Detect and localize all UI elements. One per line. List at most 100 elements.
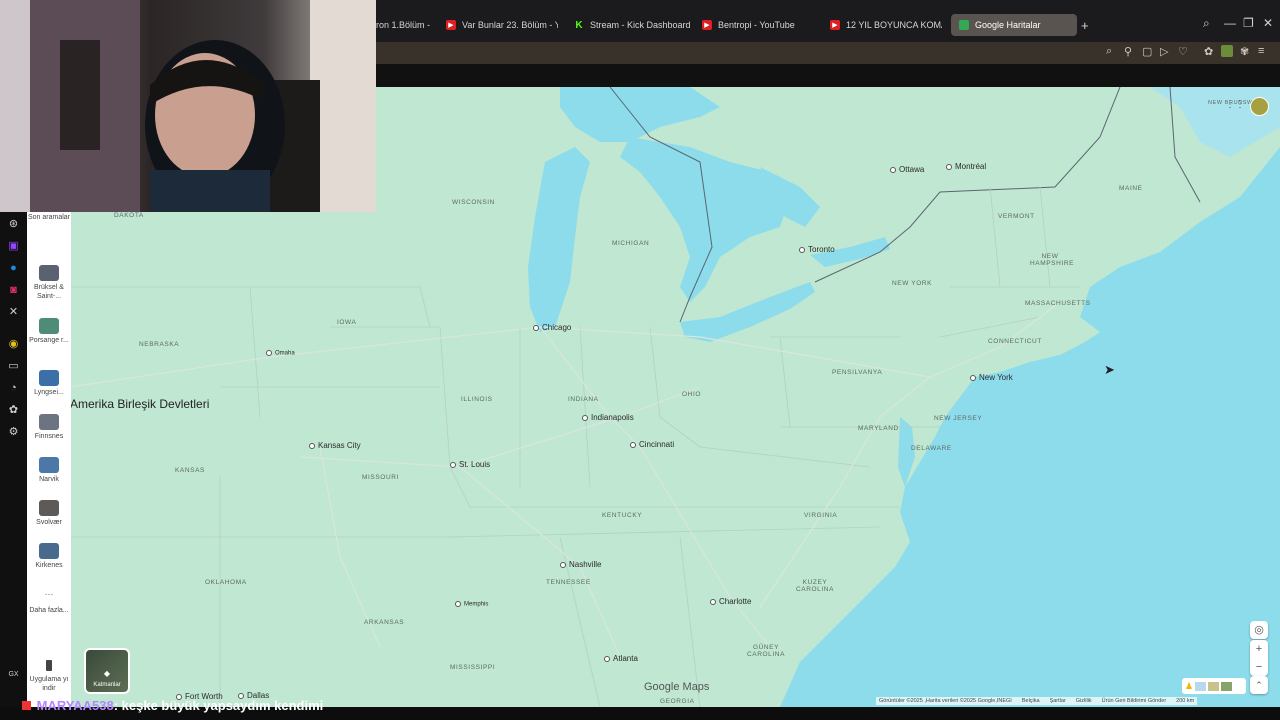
- mouse-cursor-icon: ➤: [1104, 362, 1115, 377]
- maps-sidebar: Son aramalar Brüksel & Saint-... Porsang…: [27, 212, 71, 707]
- place-thumbnail: [39, 457, 59, 473]
- state-label: NEW HAMPSHIRE: [1030, 253, 1075, 267]
- instagram-icon[interactable]: ◙: [7, 284, 20, 297]
- ai-icon[interactable]: ⊛: [7, 218, 20, 231]
- extensions-icon[interactable]: ✿: [7, 404, 20, 417]
- recent-item[interactable]: Lyngsei...: [27, 370, 71, 397]
- spotify-icon[interactable]: ◉: [7, 338, 20, 351]
- minimize-icon[interactable]: —: [1224, 16, 1236, 30]
- state-label: TENNESSEE: [546, 579, 591, 586]
- restore-icon[interactable]: ❐: [1243, 16, 1254, 30]
- place-thumbnail: [39, 370, 59, 386]
- recent-item[interactable]: Porsange r...: [27, 318, 71, 345]
- youtube-icon: ▶: [446, 20, 456, 30]
- menu-icon[interactable]: ≡: [1258, 45, 1264, 57]
- imagery-strip[interactable]: ♟: [1182, 678, 1246, 694]
- state-label: PENSILVANYA: [832, 369, 883, 376]
- search-tabs-icon[interactable]: ⌕: [1203, 16, 1210, 31]
- twitch-icon[interactable]: ▣: [7, 240, 20, 253]
- terms-link[interactable]: Şartlar: [1050, 698, 1066, 704]
- wallet-icon[interactable]: ▭: [7, 360, 20, 373]
- city-label: Nashville: [560, 560, 601, 569]
- imagery-thumb[interactable]: [1208, 681, 1220, 691]
- state-label: DELAWARE: [911, 445, 952, 452]
- city-label: Memphis: [455, 601, 488, 608]
- state-label: KENTUCKY: [602, 512, 643, 519]
- city-label: Ottawa: [890, 165, 924, 174]
- tab-label: Var Bunlar 23. Bölüm - Yo: [462, 20, 558, 30]
- chat-username: MARYAA538: [36, 698, 114, 713]
- recent-item-label: Kirkenes: [35, 562, 63, 569]
- state-label: CONNECTICUT: [988, 338, 1042, 345]
- recent-item[interactable]: Svolvær: [27, 500, 71, 527]
- state-label: INDIANA: [568, 396, 599, 403]
- x-icon[interactable]: ✕: [7, 306, 20, 319]
- city-label: Kansas City: [309, 441, 361, 450]
- recent-item-label: Brüksel & Saint-...: [34, 284, 64, 300]
- extension-avatar-icon[interactable]: [1221, 45, 1233, 57]
- expand-button[interactable]: ⌃: [1250, 676, 1268, 694]
- imagery-thumb[interactable]: [1195, 681, 1207, 691]
- city-label: Atlanta: [604, 654, 638, 663]
- zoom-in-button[interactable]: +: [1250, 640, 1268, 658]
- recent-searches-label[interactable]: Son aramalar: [27, 213, 71, 222]
- zoom-icon[interactable]: ⌕: [1106, 45, 1112, 58]
- layers-button[interactable]: ◆ Katmanlar: [84, 648, 130, 694]
- city-label: Charlotte: [710, 597, 751, 606]
- zoom-out-button[interactable]: −: [1250, 658, 1268, 676]
- close-icon[interactable]: ✕: [1263, 16, 1273, 30]
- tab-bentropi[interactable]: ▶ Bentropi - YouTube: [702, 14, 812, 36]
- privacy-link[interactable]: Gizlilik: [1076, 698, 1092, 704]
- scale-bar[interactable]: 200 km: [1176, 698, 1194, 704]
- settings-icon[interactable]: ⚙: [7, 426, 20, 439]
- webcam-overlay: [0, 0, 376, 212]
- tab-var-bunlar[interactable]: ▶ Var Bunlar 23. Bölüm - Yo: [446, 14, 558, 36]
- browser-sidebar: ⊛ ▣ ● ◙ ✕ ◉ ▭ ◔ ✿ ⚙ GX: [0, 212, 27, 707]
- tab-label: Stream - Kick Dashboard: [590, 20, 691, 30]
- heart-icon[interactable]: ♡: [1178, 45, 1188, 58]
- streamer-figure: [0, 0, 376, 212]
- recent-item[interactable]: Narvik: [27, 457, 71, 484]
- new-tab-button[interactable]: +: [1081, 14, 1093, 36]
- tab-kick-dashboard[interactable]: K Stream - Kick Dashboard: [574, 14, 692, 36]
- tab-12-yil[interactable]: ▶ 12 YIL BOYUNCA KOMAD: [830, 14, 942, 36]
- tab-ron[interactable]: ron 1.Bölüm -: [376, 14, 436, 36]
- tab-label: Google Haritalar: [975, 20, 1041, 30]
- city-label: St. Louis: [450, 460, 490, 469]
- gx-label[interactable]: GX: [7, 668, 20, 681]
- google-apps-icon[interactable]: ⋮⋮: [1225, 99, 1245, 110]
- state-label: MISSOURI: [362, 474, 399, 481]
- download-app-button[interactable]: Uygulama yı indir: [27, 660, 71, 693]
- profile-avatar[interactable]: [1250, 97, 1269, 116]
- tab-google-haritalar[interactable]: Google Haritalar: [951, 14, 1077, 36]
- state-label: ARKANSAS: [364, 619, 405, 626]
- state-label: VERMONT: [998, 213, 1035, 220]
- place-thumbnail: [39, 318, 59, 334]
- pin-icon[interactable]: ⚲: [1124, 45, 1132, 58]
- recent-item[interactable]: Finnsnes: [27, 414, 71, 441]
- my-location-button[interactable]: ◎: [1250, 621, 1268, 639]
- attribution-region[interactable]: Belçika: [1022, 698, 1040, 704]
- extension-icon[interactable]: ✾: [1240, 45, 1249, 58]
- state-label: MASSACHUSETTS: [1025, 300, 1091, 307]
- snapshot-icon[interactable]: ▢: [1142, 45, 1152, 58]
- feedback-link[interactable]: Ürün Geri Bildirimi Gönder: [1102, 698, 1167, 704]
- chat-text: : keşke büyük yapsaydım kendimi: [113, 698, 324, 713]
- extension-icon[interactable]: ✿: [1204, 45, 1213, 58]
- state-label: IOWA: [337, 319, 357, 326]
- more-button[interactable]: ··· Daha fazla...: [27, 590, 71, 615]
- play-icon[interactable]: ▷: [1160, 45, 1168, 58]
- recent-item-label: Porsange r...: [29, 337, 69, 344]
- layers-icon: ◆: [103, 669, 111, 678]
- download-app-label: Uygulama yı indir: [29, 676, 69, 692]
- recent-item[interactable]: Kirkenes: [27, 543, 71, 570]
- recent-item[interactable]: Brüksel & Saint-...: [27, 265, 71, 301]
- messenger-icon[interactable]: ●: [7, 262, 20, 275]
- history-icon[interactable]: ◔: [7, 382, 20, 395]
- tab-label: 12 YIL BOYUNCA KOMAD: [846, 20, 942, 30]
- place-thumbnail: [39, 265, 59, 281]
- pegman-icon[interactable]: ♟: [1185, 681, 1193, 692]
- city-label: Montréal: [946, 162, 986, 171]
- imagery-thumb[interactable]: [1221, 681, 1233, 691]
- place-thumbnail: [39, 500, 59, 516]
